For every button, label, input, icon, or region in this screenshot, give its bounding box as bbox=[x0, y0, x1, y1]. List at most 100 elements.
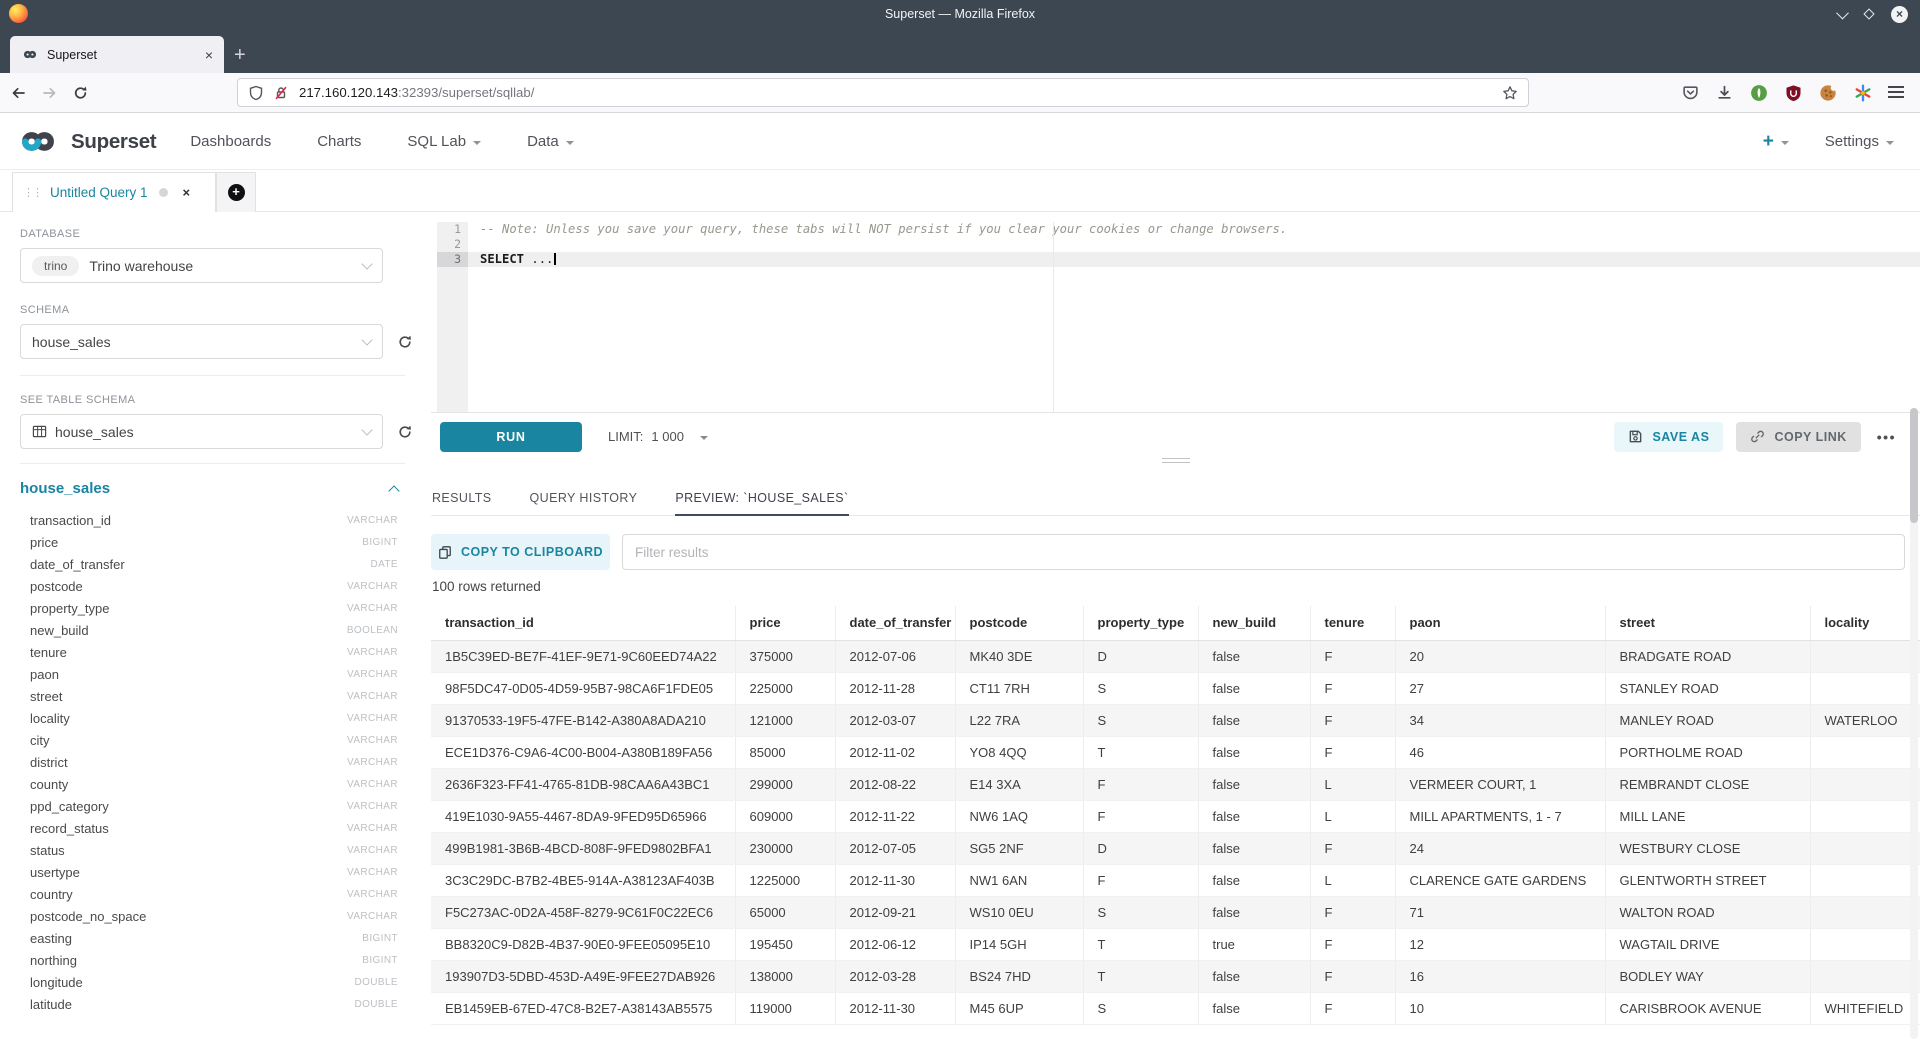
query-tab-title[interactable]: Untitled Query 1 bbox=[50, 185, 148, 200]
pane-resize-handle[interactable] bbox=[1162, 458, 1190, 466]
table-cell: 2012-03-28 bbox=[835, 960, 955, 992]
tab-results[interactable]: RESULTS bbox=[432, 474, 492, 516]
window-maximize-icon[interactable] bbox=[1863, 8, 1874, 19]
link-icon bbox=[1750, 429, 1765, 444]
plus-circle-icon[interactable]: + bbox=[228, 184, 245, 201]
query-tab[interactable]: ⋮⋮ Untitled Query 1 × bbox=[12, 172, 216, 212]
editor-code[interactable]: -- Note: Unless you save your query, the… bbox=[468, 222, 1920, 412]
schema-select[interactable]: house_sales bbox=[20, 324, 383, 359]
url-bar[interactable]: 217.160.120.143:32393/superset/sqllab/ bbox=[237, 78, 1529, 107]
table-schema-header[interactable]: house_sales bbox=[20, 480, 398, 497]
database-select-value: Trino warehouse bbox=[89, 258, 193, 274]
tab-preview-house-sales[interactable]: PREVIEW: `HOUSE_SALES` bbox=[675, 474, 848, 516]
browser-tab-superset[interactable]: Superset × bbox=[10, 36, 224, 73]
add-query-tab[interactable]: + bbox=[216, 172, 256, 212]
run-button[interactable]: RUN bbox=[440, 422, 582, 452]
table-select[interactable]: house_sales bbox=[20, 414, 383, 449]
column-row-longitude: longitudeDOUBLE bbox=[20, 971, 398, 993]
table-cell: 2012-03-07 bbox=[835, 704, 955, 736]
nav-link-charts[interactable]: Charts bbox=[317, 133, 361, 150]
table-cell: 499B1981-3B6B-4BCD-808F-9FED9802BFA1 bbox=[431, 832, 735, 864]
browser-new-tab-button[interactable]: + bbox=[234, 45, 246, 65]
column-row-price: priceBIGINT bbox=[20, 531, 398, 553]
table-header-new-build[interactable]: new_build bbox=[1198, 606, 1310, 640]
bookmark-star-icon[interactable] bbox=[1502, 85, 1518, 101]
table-header-postcode[interactable]: postcode bbox=[955, 606, 1083, 640]
table-cell: F bbox=[1310, 832, 1395, 864]
database-select[interactable]: trino Trino warehouse bbox=[20, 248, 383, 283]
insecure-lock-icon[interactable] bbox=[273, 85, 289, 101]
settings-menu[interactable]: Settings bbox=[1825, 133, 1894, 150]
window-close-icon[interactable]: × bbox=[1891, 6, 1908, 23]
table-cell: MILL APARTMENTS, 1 - 7 bbox=[1395, 800, 1605, 832]
superset-logo-icon[interactable] bbox=[14, 128, 62, 155]
column-type: VARCHAR bbox=[347, 647, 398, 658]
add-new-button[interactable]: + bbox=[1763, 132, 1789, 151]
window-titlebar: Superset — Mozilla Firefox × bbox=[0, 0, 1920, 28]
ublock-icon[interactable] bbox=[1785, 84, 1802, 102]
table-header-date-of-transfer[interactable]: date_of_transfer bbox=[835, 606, 955, 640]
table-header-transaction-id[interactable]: transaction_id bbox=[431, 606, 735, 640]
table-header-tenure[interactable]: tenure bbox=[1310, 606, 1395, 640]
chevron-up-icon[interactable] bbox=[388, 485, 399, 496]
table-cell: 2012-11-28 bbox=[835, 672, 955, 704]
chevron-down-icon bbox=[361, 424, 372, 435]
scrollbar-thumb[interactable] bbox=[1910, 408, 1918, 523]
table-cell: false bbox=[1198, 768, 1310, 800]
column-row-date-of-transfer: date_of_transferDATE bbox=[20, 553, 398, 575]
multi-account-containers-icon[interactable] bbox=[1854, 84, 1872, 102]
limit-label: LIMIT: bbox=[608, 429, 643, 444]
reload-icon[interactable] bbox=[72, 85, 89, 101]
table-header-paon[interactable]: paon bbox=[1395, 606, 1605, 640]
table-title[interactable]: house_sales bbox=[20, 480, 110, 497]
forward-icon[interactable] bbox=[41, 85, 58, 101]
nav-link-data[interactable]: Data bbox=[527, 133, 574, 150]
refresh-schemas-button[interactable] bbox=[397, 334, 413, 350]
table-row: 419E1030-9A55-4467-8DA9-9FED95D659666090… bbox=[431, 800, 1920, 832]
pocket-icon[interactable] bbox=[1682, 84, 1699, 101]
brand-title[interactable]: Superset bbox=[71, 130, 156, 154]
save-as-button[interactable]: SAVE AS bbox=[1614, 422, 1723, 452]
table-cell: L bbox=[1310, 864, 1395, 896]
limit-dropdown[interactable]: LIMIT: 1 000 bbox=[608, 429, 708, 444]
column-row-postcode-no-space: postcode_no_spaceVARCHAR bbox=[20, 905, 398, 927]
table-row: 91370533-19F5-47FE-B142-A380A8ADA2101210… bbox=[431, 704, 1920, 736]
table-cell: E14 3XA bbox=[955, 768, 1083, 800]
table-header-locality[interactable]: locality bbox=[1810, 606, 1920, 640]
table-cell: NW6 1AQ bbox=[955, 800, 1083, 832]
copy-to-clipboard-button[interactable]: COPY TO CLIPBOARD bbox=[431, 534, 610, 570]
filter-results-input[interactable] bbox=[622, 534, 1905, 570]
tracking-shield-icon[interactable] bbox=[248, 85, 264, 101]
back-icon[interactable] bbox=[10, 85, 27, 101]
more-actions-button[interactable]: ••• bbox=[1877, 429, 1896, 445]
table-cell: 2012-11-30 bbox=[835, 992, 955, 1024]
refresh-tables-button[interactable] bbox=[397, 424, 413, 440]
table-row: 499B1981-3B6B-4BCD-808F-9FED9802BFA12300… bbox=[431, 832, 1920, 864]
table-cell bbox=[1810, 896, 1920, 928]
url-text: 217.160.120.143:32393/superset/sqllab/ bbox=[299, 85, 534, 100]
gutter-line-number: 3 bbox=[437, 252, 468, 267]
window-minimize-icon[interactable] bbox=[1836, 6, 1849, 19]
results-scrollbar[interactable] bbox=[1910, 408, 1918, 1039]
table-header-street[interactable]: street bbox=[1605, 606, 1810, 640]
refresh-icon bbox=[397, 334, 413, 350]
table-header-property-type[interactable]: property_type bbox=[1083, 606, 1198, 640]
column-type: VARCHAR bbox=[347, 779, 398, 790]
browser-tab-close-icon[interactable]: × bbox=[205, 48, 213, 62]
drag-handle-icon[interactable]: ⋮⋮ bbox=[23, 186, 41, 199]
table-header-price[interactable]: price bbox=[735, 606, 835, 640]
table-row: EB1459EB-67ED-47C8-B2E7-A38143AB55751190… bbox=[431, 992, 1920, 1024]
cookie-icon[interactable] bbox=[1819, 84, 1837, 102]
table-cell: F bbox=[1310, 704, 1395, 736]
column-row-postcode: postcodeVARCHAR bbox=[20, 575, 398, 597]
nav-link-sql-lab[interactable]: SQL Lab bbox=[407, 133, 481, 150]
tab-query-history[interactable]: QUERY HISTORY bbox=[530, 474, 638, 516]
nav-link-dashboards[interactable]: Dashboards bbox=[190, 133, 271, 150]
query-tab-close-icon[interactable]: × bbox=[183, 186, 191, 199]
copy-link-button[interactable]: COPY LINK bbox=[1736, 422, 1860, 452]
column-type: BOOLEAN bbox=[347, 625, 398, 636]
download-icon[interactable] bbox=[1716, 84, 1733, 101]
privacy-badger-icon[interactable] bbox=[1750, 84, 1768, 102]
menu-icon[interactable] bbox=[1888, 86, 1904, 102]
sql-editor[interactable]: 123 -- Note: Unless you save your query,… bbox=[431, 222, 1920, 413]
